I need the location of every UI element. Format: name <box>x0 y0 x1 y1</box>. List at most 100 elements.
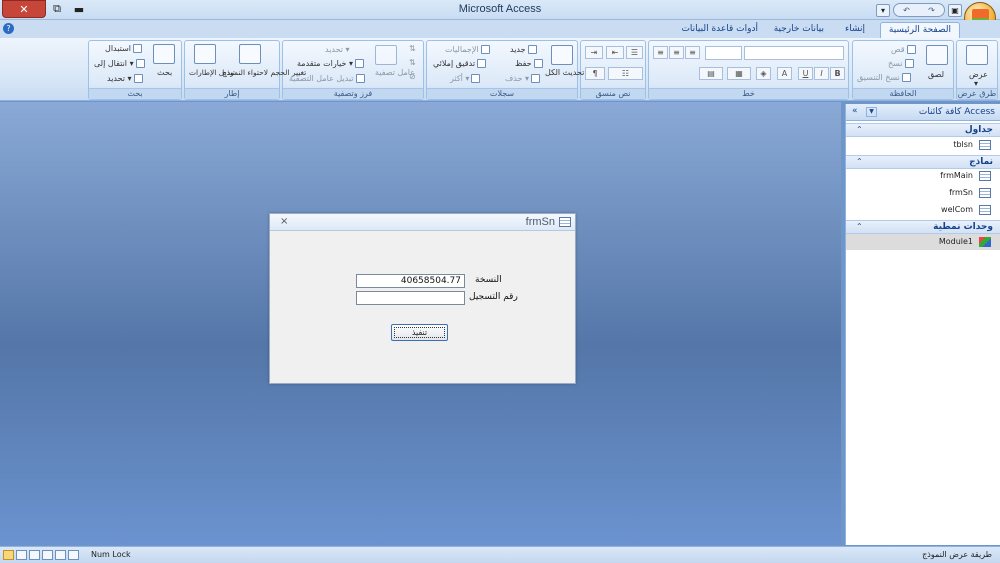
datasheet-view-icon[interactable] <box>16 550 27 560</box>
group-label-window: إطار <box>185 88 279 99</box>
nav-group-modules[interactable]: ⌃ وحدات نمطية <box>846 220 1000 234</box>
form-icon <box>979 205 991 215</box>
layout-view-icon[interactable] <box>55 550 66 560</box>
goto-icon <box>135 59 145 68</box>
paste-button[interactable]: لصق <box>928 70 944 79</box>
find-button[interactable]: بحث <box>157 68 172 77</box>
nav-item-frmmain[interactable]: frmMain <box>846 168 1000 184</box>
nav-item-frmsn[interactable]: frmSn <box>846 185 1000 201</box>
gridlines-button[interactable]: ▦ <box>727 67 751 80</box>
group-clipboard: لصق قص نسخ نسخ التنسيق الحافظة <box>852 40 954 100</box>
nav-item-tblsn[interactable]: tblsn <box>846 137 1000 153</box>
copy-button[interactable]: نسخ <box>888 59 914 68</box>
tab-external-data[interactable]: بيانات خارجية <box>766 22 832 38</box>
form-title-bar[interactable]: × frmSn <box>270 214 575 231</box>
switch-windows-button[interactable]: تبديل الإطارات <box>189 68 235 77</box>
switch-windows-icon <box>194 44 216 64</box>
pivot-table-icon[interactable] <box>29 550 40 560</box>
align-left-button[interactable]: ≡ <box>653 46 668 59</box>
goto-button[interactable]: انتقال إلى ▾ <box>94 59 145 68</box>
registration-label: رقم التسجيل <box>469 292 518 302</box>
status-bar: Num Lock طريقة عرض النموذج <box>0 546 1000 563</box>
more-icon <box>471 74 481 83</box>
new-record-icon <box>527 45 537 54</box>
tab-database-tools[interactable]: أدوات قاعدة البيانات <box>673 22 766 38</box>
group-label-records: سجلات <box>427 88 577 99</box>
font-color-button[interactable]: A <box>777 67 792 80</box>
collapse-pane-icon[interactable]: « <box>852 106 858 116</box>
advanced-filter-icon <box>355 59 365 68</box>
refresh-all-button[interactable]: تحديث الكل <box>545 68 584 77</box>
align-center-button[interactable]: ≡ <box>669 46 684 59</box>
font-size-combo[interactable] <box>705 46 742 60</box>
sort-ascending-icon[interactable]: ⇅ <box>409 44 416 53</box>
select-button[interactable]: تحديد ▾ <box>107 74 143 83</box>
navigation-pane: « ▼ كافة كائنات Access ⌃ جداول tblsn ⌃ ن… <box>845 104 1000 545</box>
num-lock-indicator: Num Lock <box>91 550 131 559</box>
save-button[interactable]: ▣ <box>948 3 962 17</box>
group-label-find: بحث <box>89 88 181 99</box>
delete-record-button[interactable]: حذف ▾ <box>505 74 540 83</box>
nav-pane-title: كافة كائنات Access <box>918 107 995 117</box>
replace-button[interactable]: استبدال <box>105 44 142 53</box>
italic-button[interactable]: I <box>814 67 829 80</box>
numbering-button[interactable]: ☷ <box>608 67 643 80</box>
font-name-combo[interactable] <box>744 46 844 60</box>
pivot-chart-icon[interactable] <box>42 550 53 560</box>
undo-redo-group: ↶ ↷ <box>893 3 945 17</box>
selection-button[interactable]: تحديد ▾ <box>325 45 350 54</box>
select-icon <box>133 74 143 83</box>
nav-group-forms[interactable]: ⌃ نماذج <box>846 155 1000 169</box>
bold-button[interactable]: B <box>830 67 845 80</box>
save-record-button[interactable]: حفظ <box>515 59 543 68</box>
underline-button[interactable]: U <box>798 67 813 80</box>
increase-indent-button[interactable]: ⇥ <box>585 46 603 59</box>
align-right-button[interactable]: ≡ <box>685 46 700 59</box>
redo-icon[interactable]: ↷ <box>928 6 935 15</box>
format-painter-button[interactable]: نسخ التنسيق <box>857 73 911 82</box>
nav-group-tables[interactable]: ⌃ جداول <box>846 123 1000 137</box>
nav-item-welcom[interactable]: welCom <box>846 202 1000 218</box>
view-button[interactable]: عرض <box>969 70 988 79</box>
group-rich-text: ⇥ ⇤ ☰ ¶ ☷ نص منسق <box>580 40 646 100</box>
form-view-icon[interactable] <box>3 550 14 560</box>
nav-pane-header[interactable]: « ▼ كافة كائنات Access <box>846 104 1000 121</box>
rtl-button[interactable]: ¶ <box>585 67 605 80</box>
registration-input[interactable] <box>356 291 465 305</box>
qat-customize-button[interactable]: ▾ <box>876 3 890 17</box>
help-icon[interactable]: ? <box>3 23 14 34</box>
decrease-indent-button[interactable]: ⇤ <box>606 46 624 59</box>
binoculars-icon <box>153 44 175 64</box>
sort-descending-icon[interactable]: ⇅ <box>409 58 416 67</box>
nav-item-module1[interactable]: Module1 <box>846 234 1000 250</box>
brush-icon <box>901 73 911 82</box>
spelling-button[interactable]: تدقيق إملائي <box>433 59 487 68</box>
copy-input[interactable] <box>356 274 465 288</box>
copy-label: النسخة <box>475 275 502 285</box>
filter-button[interactable]: عامل تصفية <box>375 68 415 77</box>
new-record-button[interactable]: جديد <box>510 45 537 54</box>
fill-color-button[interactable]: ◈ <box>756 67 771 80</box>
tab-home[interactable]: الصفحة الرئيسية <box>879 22 960 39</box>
bullets-button[interactable]: ☰ <box>626 46 643 59</box>
alternate-fill-button[interactable]: ▤ <box>699 67 723 80</box>
delete-icon <box>531 74 540 83</box>
more-button[interactable]: أكثر ▾ <box>450 74 481 83</box>
quick-access-toolbar: ▾ ↶ ↷ ▣ <box>852 3 962 17</box>
view-mode-label: طريقة عرض النموذج <box>922 550 992 559</box>
run-button[interactable]: تنفيذ <box>391 324 448 341</box>
module-icon <box>979 237 991 247</box>
advanced-button[interactable]: خيارات متقدمة ▾ <box>297 59 365 68</box>
cut-button[interactable]: قص <box>891 45 916 54</box>
undo-icon[interactable]: ↶ <box>903 6 910 15</box>
close-icon[interactable]: × <box>280 216 288 227</box>
tab-create[interactable]: إنشاء <box>837 22 873 38</box>
totals-button[interactable]: الإجماليات <box>445 45 490 54</box>
group-label-font: خط <box>649 88 848 99</box>
design-view-icon[interactable] <box>68 550 79 560</box>
chevron-down-icon[interactable]: ▼ <box>866 107 877 117</box>
group-records: تحديث الكل جديد حفظ حذف ▾ الإجماليات تدق… <box>426 40 584 100</box>
scissors-icon <box>906 45 916 54</box>
chevron-down-icon[interactable]: ▾ <box>974 79 978 88</box>
window-title: Microsoft Access <box>458 3 542 15</box>
